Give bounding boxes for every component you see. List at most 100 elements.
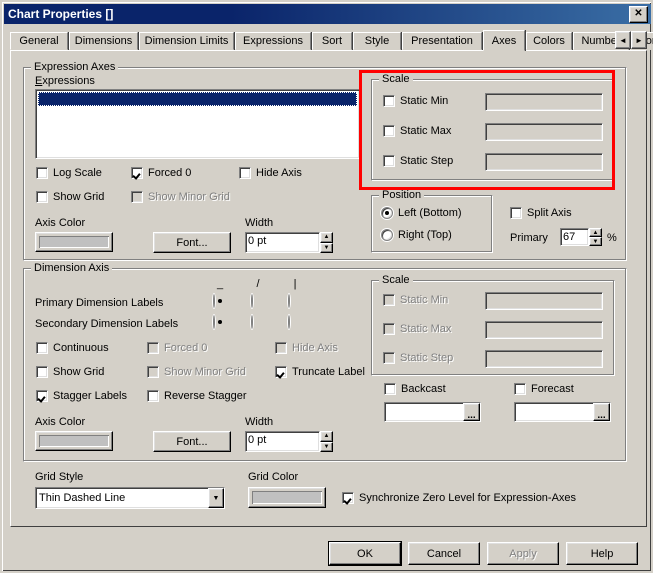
- show-grid-box: [36, 191, 48, 203]
- dim-static-min-input: [485, 292, 603, 310]
- position-right-top-radio[interactable]: Right (Top): [381, 229, 452, 241]
- position-right-top-label: Right (Top): [398, 229, 452, 241]
- tab-scroll-next-icon[interactable]: ►: [631, 31, 647, 49]
- truncate-label-label: Truncate Label: [292, 366, 365, 378]
- expression-axes-content: EExpressionsxpressions Log Scale Forced …: [23, 67, 627, 261]
- dim-static-min-label: Static Min: [400, 294, 449, 306]
- forecast-input[interactable]: ...: [514, 402, 611, 422]
- list-item[interactable]: [38, 92, 357, 106]
- expr-static-max-input[interactable]: [485, 123, 603, 141]
- expr-static-min-box: [383, 95, 395, 107]
- tab-colors[interactable]: Colors: [526, 32, 572, 50]
- dim-width-stepper-up[interactable]: ▲: [320, 431, 333, 442]
- dim-hide-axis-label: Hide Axis: [292, 342, 338, 354]
- expr-static-max-checkbox[interactable]: Static Max: [383, 125, 451, 137]
- forecast-browse-button[interactable]: ...: [593, 403, 610, 421]
- show-minor-grid-label: Show Minor Grid: [148, 191, 230, 203]
- expr-width-input[interactable]: 0 pt: [245, 232, 320, 253]
- tab-dimension-limits[interactable]: Dimension Limits: [139, 32, 234, 50]
- close-icon[interactable]: ✕: [629, 5, 648, 23]
- primary-percent-stepper[interactable]: ▲ ▼: [589, 228, 602, 246]
- grid-style-value: Thin Dashed Line: [39, 492, 126, 504]
- dim-hide-axis-checkbox: Hide Axis: [275, 342, 338, 354]
- reverse-stagger-checkbox[interactable]: Reverse Stagger: [147, 390, 247, 402]
- expr-static-min-input[interactable]: [485, 93, 603, 111]
- expressions-label: EExpressionsxpressions: [35, 75, 95, 87]
- forced-zero-checkbox[interactable]: Forced 0: [131, 167, 191, 179]
- show-grid-checkbox[interactable]: Show Grid: [36, 191, 104, 203]
- expr-scale-group-label: Scale: [379, 73, 413, 85]
- ok-button[interactable]: OK: [329, 542, 401, 565]
- tab-style[interactable]: Style: [353, 32, 401, 50]
- tab-general[interactable]: General: [10, 32, 68, 50]
- dim-width-label: Width: [245, 416, 274, 428]
- dim-width-stepper-down[interactable]: ▼: [320, 441, 333, 452]
- log-scale-box: [36, 167, 48, 179]
- backcast-input[interactable]: ...: [384, 402, 481, 422]
- secondary-dimension-radio-horizontal[interactable]: [213, 315, 226, 329]
- dim-show-grid-checkbox[interactable]: Show Grid: [36, 366, 104, 378]
- backcast-browse-button[interactable]: ...: [463, 403, 480, 421]
- primary-dimension-radio-vertical[interactable]: [288, 294, 301, 308]
- tab-scroll-buttons: ◄ ►: [615, 31, 647, 49]
- expr-axis-color-label: Axis Color: [35, 217, 86, 229]
- sync-zero-level-checkbox[interactable]: Synchronize Zero Level for Expression-Ax…: [342, 492, 576, 504]
- help-button[interactable]: Help: [566, 542, 638, 565]
- expressions-listbox[interactable]: [35, 89, 360, 159]
- dim-forced-zero-label: Forced 0: [164, 342, 208, 354]
- tab-axes[interactable]: Axes: [483, 30, 525, 51]
- show-grid-label: Show Grid: [53, 191, 105, 203]
- chevron-down-icon[interactable]: ▼: [208, 488, 224, 508]
- hide-axis-checkbox[interactable]: Hide Axis: [239, 167, 302, 179]
- dim-show-grid-label: Show Grid: [53, 366, 105, 378]
- tab-expressions[interactable]: Expressions: [235, 32, 311, 50]
- primary-stepper-up[interactable]: ▲: [589, 228, 602, 237]
- expr-static-min-checkbox[interactable]: Static Min: [383, 95, 448, 107]
- secondary-dimension-radio-diagonal[interactable]: [251, 315, 264, 329]
- expr-static-step-input[interactable]: [485, 153, 603, 171]
- primary-dimension-radio-diagonal[interactable]: [251, 294, 264, 308]
- expr-static-step-checkbox[interactable]: Static Step: [383, 155, 453, 167]
- stagger-labels-checkbox[interactable]: Stagger Labels: [36, 390, 127, 402]
- split-axis-checkbox[interactable]: Split Axis: [510, 207, 572, 219]
- secondary-dimension-radio-vertical[interactable]: [288, 315, 301, 329]
- primary-percent-input[interactable]: 67: [560, 228, 589, 246]
- expr-font-button[interactable]: Font...: [153, 232, 231, 253]
- truncate-label-box: [275, 366, 287, 378]
- title-bar: Chart Properties [] ✕: [4, 4, 651, 24]
- dim-show-minor-grid-label: Show Minor Grid: [164, 366, 246, 378]
- primary-dimension-radio-horizontal[interactable]: [213, 294, 226, 308]
- dim-show-minor-grid-box: [147, 366, 159, 378]
- tab-presentation[interactable]: Presentation: [402, 32, 482, 50]
- position-left-bottom-dot: [381, 207, 393, 219]
- expr-width-stepper-up[interactable]: ▲: [320, 232, 333, 243]
- tab-sort[interactable]: Sort: [312, 32, 352, 50]
- position-left-bottom-radio[interactable]: Left (Bottom): [381, 207, 462, 219]
- grid-color-swatch[interactable]: [248, 487, 326, 508]
- dim-width-stepper[interactable]: ▲ ▼: [320, 431, 333, 452]
- dim-axis-color-swatch[interactable]: [35, 431, 113, 451]
- expr-width-stepper-down[interactable]: ▼: [320, 242, 333, 253]
- expr-width-stepper[interactable]: ▲ ▼: [320, 232, 333, 253]
- tab-scroll-prev-icon[interactable]: ◄: [615, 31, 631, 49]
- expr-static-min-label: Static Min: [400, 95, 449, 107]
- backcast-checkbox[interactable]: Backcast: [384, 383, 446, 395]
- log-scale-checkbox[interactable]: Log Scale: [36, 167, 102, 179]
- expr-static-max-box: [383, 125, 395, 137]
- primary-stepper-down[interactable]: ▼: [589, 237, 602, 246]
- dim-static-min-checkbox: Static Min: [383, 294, 448, 306]
- cancel-button[interactable]: Cancel: [408, 542, 480, 565]
- continuous-checkbox[interactable]: Continuous: [36, 342, 109, 354]
- expr-scale-group: Scale Static Min Static Max Static Step: [371, 73, 615, 181]
- grid-style-select[interactable]: Thin Dashed Line ▼: [35, 487, 225, 509]
- orientation-header-vertical: |: [293, 278, 297, 290]
- dim-width-input[interactable]: 0 pt: [245, 431, 320, 452]
- dim-static-max-label: Static Max: [400, 323, 452, 335]
- tab-dimensions[interactable]: Dimensions: [69, 32, 138, 50]
- truncate-label-checkbox[interactable]: Truncate Label: [275, 366, 365, 378]
- forecast-checkbox[interactable]: Forecast: [514, 383, 574, 395]
- dim-font-button[interactable]: Font...: [153, 431, 231, 452]
- expr-static-step-label: Static Step: [400, 155, 454, 167]
- percent-symbol: %: [607, 232, 617, 244]
- expr-axis-color-swatch[interactable]: [35, 232, 113, 252]
